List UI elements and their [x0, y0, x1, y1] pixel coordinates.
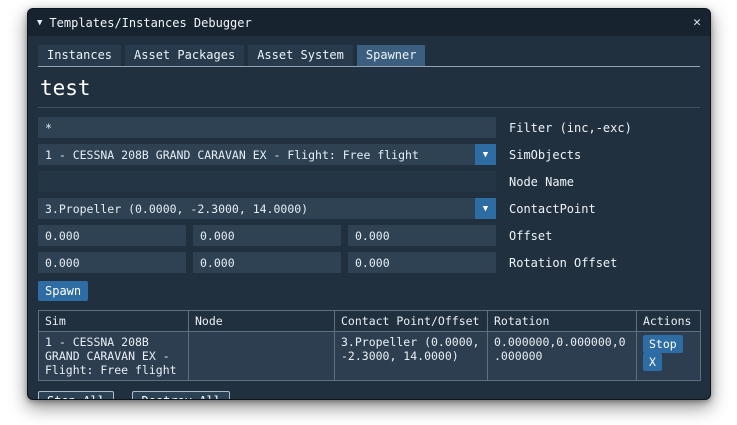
offset-row: 0.000 0.000 0.000 Offset — [38, 225, 700, 246]
actions-cell: StopX — [636, 331, 701, 381]
stop-button[interactable]: Stop — [643, 335, 683, 353]
spawned-instances-table: Sim Node Contact Point/Offset Rotation A… — [38, 310, 701, 381]
simobjects-selected-value: 1 - CESSNA 208B GRAND CARAVAN EX - Fligh… — [45, 147, 419, 162]
node-name-row: Node Name — [38, 171, 700, 192]
tab-asset-packages[interactable]: Asset Packages — [125, 45, 245, 66]
offset-y-input[interactable]: 0.000 — [193, 225, 341, 246]
spawn-button[interactable]: Spawn — [38, 281, 89, 301]
node-name-label: Node Name — [509, 174, 575, 189]
dropdown-arrow-icon[interactable]: ▼ — [475, 144, 496, 165]
col-header-node: Node — [188, 310, 335, 332]
tab-asset-system[interactable]: Asset System — [248, 45, 353, 66]
spawner-heading: test — [40, 76, 91, 100]
filter-label: Filter (inc,-exc) — [509, 120, 632, 135]
contact-point-selected-value: 3.Propeller (0.0000, -2.3000, 14.0000) — [45, 201, 309, 216]
window-title: Templates/Instances Debugger — [49, 15, 252, 30]
col-header-actions: Actions — [636, 310, 701, 332]
contact-point-row: 3.Propeller (0.0000, -2.3000, 14.0000) ▼… — [38, 198, 700, 219]
contact-cell: 3.Propeller (0.0000, -2.3000, 14.0000) — [334, 331, 488, 381]
table-header-row: Sim Node Contact Point/Offset Rotation A… — [38, 310, 701, 332]
remove-button[interactable]: X — [643, 353, 662, 371]
col-header-sim: Sim — [38, 310, 189, 332]
offset-z-input[interactable]: 0.000 — [348, 225, 496, 246]
node-name-input[interactable] — [38, 171, 496, 192]
rotation-offset-x-input[interactable]: 0.000 — [38, 252, 186, 273]
contact-point-select[interactable]: 3.Propeller (0.0000, -2.3000, 14.0000) ▼ — [38, 198, 496, 219]
simobjects-select[interactable]: 1 - CESSNA 208B GRAND CARAVAN EX - Fligh… — [38, 144, 496, 165]
stop-all-button[interactable]: Stop All — [38, 391, 114, 399]
dropdown-arrow-icon[interactable]: ▼ — [475, 198, 496, 219]
window-content: Instances Asset Packages Asset System Sp… — [28, 36, 710, 399]
footer-actions: Stop All Destroy All — [38, 390, 700, 399]
filter-input[interactable]: * — [38, 117, 496, 138]
sim-cell: 1 - CESSNA 208B GRAND CARAVAN EX - Fligh… — [38, 331, 189, 381]
debugger-window: ▼ Templates/Instances Debugger ✕ Instanc… — [27, 8, 711, 400]
offset-label: Offset — [509, 228, 553, 243]
destroy-all-button[interactable]: Destroy All — [132, 391, 230, 399]
rotation-offset-z-input[interactable]: 0.000 — [348, 252, 496, 273]
tab-bar: Instances Asset Packages Asset System Sp… — [38, 45, 700, 67]
simobjects-row: 1 - CESSNA 208B GRAND CARAVAN EX - Fligh… — [38, 144, 700, 165]
table-row: 1 - CESSNA 208B GRAND CARAVAN EX - Fligh… — [38, 331, 701, 381]
rotation-cell: 0.000000,0.000000,0.000000 — [487, 331, 637, 381]
desktop-background: ▼ Templates/Instances Debugger ✕ Instanc… — [0, 0, 737, 425]
col-header-rotation: Rotation — [487, 310, 637, 332]
rotation-offset-row: 0.000 0.000 0.000 Rotation Offset — [38, 252, 700, 273]
rotation-offset-label: Rotation Offset — [509, 255, 618, 270]
contact-point-label: ContactPoint — [509, 201, 596, 216]
window-titlebar: ▼ Templates/Instances Debugger ✕ — [28, 9, 710, 36]
tab-spawner[interactable]: Spawner — [356, 45, 426, 66]
tab-instances[interactable]: Instances — [38, 45, 122, 66]
offset-x-input[interactable]: 0.000 — [38, 225, 186, 246]
rotation-offset-y-input[interactable]: 0.000 — [193, 252, 341, 273]
collapse-icon[interactable]: ▼ — [37, 18, 42, 28]
node-cell — [188, 331, 335, 381]
heading-divider — [38, 107, 700, 108]
col-header-contact: Contact Point/Offset — [334, 310, 488, 332]
filter-row: * Filter (inc,-exc) — [38, 117, 700, 138]
close-icon[interactable]: ✕ — [693, 15, 701, 30]
simobjects-label: SimObjects — [509, 147, 582, 162]
